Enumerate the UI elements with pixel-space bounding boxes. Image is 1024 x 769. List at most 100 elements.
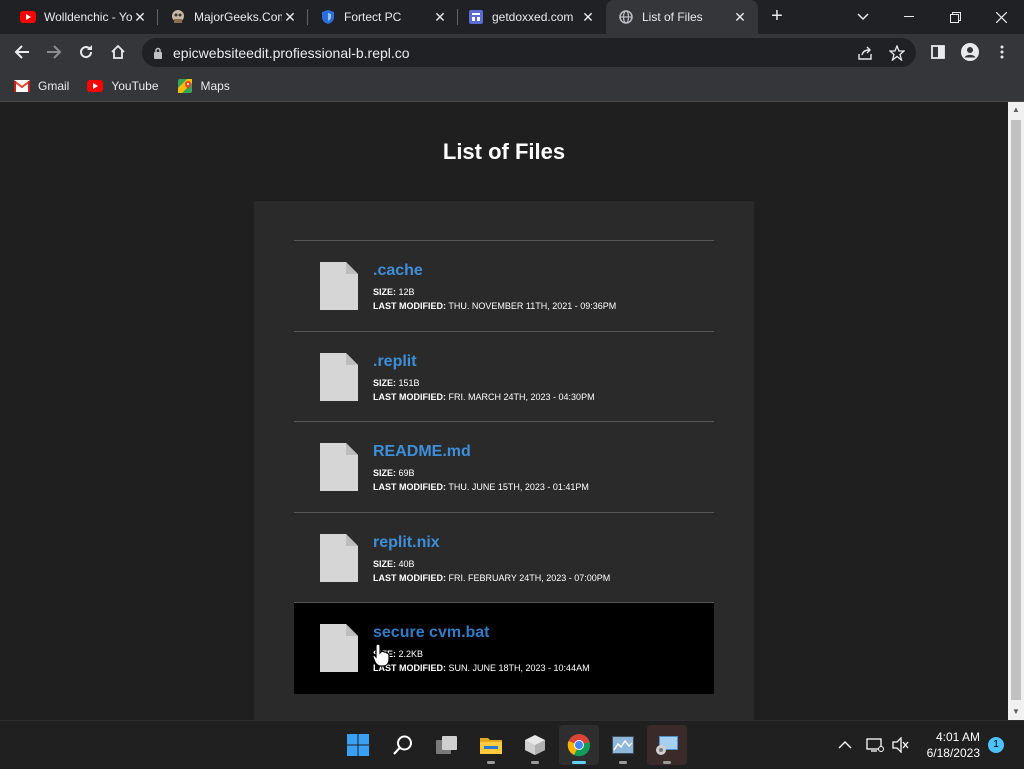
- scroll-thumb[interactable]: [1011, 120, 1021, 700]
- bookmark-label: Maps: [200, 79, 230, 93]
- profile-icon: [961, 43, 979, 61]
- vertical-scrollbar[interactable]: ▲ ▼: [1008, 102, 1024, 720]
- profile-button[interactable]: [956, 38, 984, 66]
- size-value: 40B: [398, 558, 415, 569]
- file-name-link[interactable]: replit.nix: [373, 534, 440, 552]
- tab-fortect[interactable]: Fortect PC ✕: [300, 0, 458, 34]
- modified-value: FRI. MARCH 24TH, 2023 - 04:30PM: [448, 391, 595, 402]
- control-panel-icon: [656, 736, 678, 755]
- tab-title: List of Files: [642, 10, 703, 24]
- chevron-down-icon: [857, 13, 869, 21]
- file-modified: LAST MODIFIED: THU. JUNE 15TH, 2023 - 01…: [373, 482, 589, 492]
- close-icon[interactable]: ✕: [580, 9, 596, 26]
- file-icon: [320, 533, 358, 582]
- side-panel-icon: [931, 45, 945, 59]
- modified-value: SUN. JUNE 18TH, 2023 - 10:44AM: [448, 663, 590, 673]
- image-app-button[interactable]: [603, 725, 643, 765]
- modified-value: THU. NOVEMBER 11TH, 2021 - 09:36PM: [448, 301, 617, 311]
- reload-icon: [80, 45, 93, 59]
- bookmark-gmail[interactable]: Gmail: [14, 78, 69, 94]
- file-row-secure-cvm-bat[interactable]: secure cvm.bat SIZE: 2.2KB LAST MODIFIED…: [294, 603, 714, 694]
- file-explorer-icon: [480, 738, 502, 754]
- file-list-panel: .cache SIZE: 12B LAST MODIFIED: THU. NOV…: [254, 201, 754, 720]
- system-clock[interactable]: 4:01 AM 6/18/2023: [918, 729, 980, 761]
- restore-button[interactable]: [932, 0, 978, 34]
- close-icon[interactable]: ✕: [432, 9, 448, 26]
- tab-title: Fortect PC: [344, 10, 402, 24]
- file-modified: LAST MODIFIED: SUN. JUNE 18TH, 2023 - 10…: [373, 663, 590, 673]
- browser-toolbar: epicwebsiteedit.profiessional-b.repl.co: [0, 34, 1024, 71]
- file-size: SIZE: 69B: [373, 468, 415, 478]
- home-icon: [111, 44, 125, 59]
- file-row-replit[interactable]: .replit SIZE: 151B LAST MODIFIED: FRI. M…: [294, 332, 714, 422]
- forward-button[interactable]: [40, 38, 68, 66]
- task-view-button[interactable]: [427, 725, 467, 765]
- gmail-icon: [14, 78, 30, 94]
- new-tab-button[interactable]: +: [765, 5, 789, 29]
- size-value: 12B: [398, 287, 415, 297]
- maps-icon: [177, 78, 193, 94]
- youtube-icon: [20, 9, 36, 25]
- lock-icon[interactable]: [153, 47, 163, 59]
- package-icon: [525, 735, 545, 755]
- file-name-link[interactable]: .replit: [373, 353, 417, 371]
- file-explorer-button[interactable]: [471, 725, 511, 765]
- show-hidden-icons-button[interactable]: [838, 721, 852, 769]
- search-icon: [393, 735, 412, 755]
- back-button[interactable]: [8, 38, 36, 66]
- file-size: SIZE: 40B: [373, 559, 415, 569]
- file-modified: LAST MODIFIED: FRI. MARCH 24TH, 2023 - 0…: [373, 392, 595, 402]
- file-modified: LAST MODIFIED: THU. NOVEMBER 11TH, 2021 …: [373, 301, 616, 311]
- control-panel-button[interactable]: [647, 725, 687, 765]
- size-label: SIZE:: [373, 468, 397, 478]
- home-button[interactable]: [104, 38, 132, 66]
- size-label: SIZE:: [373, 377, 397, 388]
- tab-getdoxxed[interactable]: getdoxxed.com ✕: [448, 0, 606, 34]
- close-icon[interactable]: ✕: [132, 9, 148, 26]
- url-text[interactable]: epicwebsiteedit.profiessional-b.repl.co: [173, 45, 852, 61]
- close-icon[interactable]: ✕: [282, 9, 298, 26]
- start-button[interactable]: [338, 725, 378, 765]
- tab-title: getdoxxed.com: [492, 10, 574, 24]
- file-icon: [320, 352, 358, 401]
- file-name-link[interactable]: README.md: [373, 443, 471, 461]
- bookmarks-bar: Gmail YouTube Maps: [0, 71, 1024, 102]
- reload-button[interactable]: [72, 38, 100, 66]
- scroll-down-arrow-icon[interactable]: ▼: [1008, 704, 1024, 720]
- file-size: SIZE: 151B: [373, 378, 420, 388]
- fortect-shield-icon: [320, 9, 336, 25]
- modified-value: FRI. FEBRUARY 24TH, 2023 - 07:00PM: [448, 572, 611, 583]
- close-window-button[interactable]: [978, 0, 1024, 34]
- file-list: .cache SIZE: 12B LAST MODIFIED: THU. NOV…: [294, 240, 714, 694]
- bookmark-youtube[interactable]: YouTube: [87, 78, 159, 94]
- taskbar-search-button[interactable]: [383, 725, 423, 765]
- modified-label: LAST MODIFIED:: [373, 572, 446, 583]
- file-name-link[interactable]: secure cvm.bat: [373, 624, 490, 642]
- menu-button[interactable]: [988, 38, 1016, 66]
- network-status[interactable]: [866, 721, 884, 769]
- bookmark-label: YouTube: [111, 79, 159, 93]
- file-row-cache[interactable]: .cache SIZE: 12B LAST MODIFIED: THU. NOV…: [294, 241, 714, 332]
- chrome-button[interactable]: [559, 725, 599, 765]
- chevron-up-icon: [838, 741, 852, 749]
- tab-wolldenchic[interactable]: Wolldenchic - Yo ✕: [0, 0, 158, 34]
- address-bar[interactable]: epicwebsiteedit.profiessional-b.repl.co: [142, 38, 916, 67]
- tab-majorgeeks[interactable]: MajorGeeks.Com ✕: [150, 0, 308, 34]
- package-app-button[interactable]: [515, 725, 555, 765]
- windows-start-icon: [347, 734, 369, 756]
- side-panel-button[interactable]: [924, 38, 952, 66]
- tab-search-button[interactable]: [840, 0, 886, 34]
- bookmark-maps[interactable]: Maps: [177, 78, 230, 94]
- file-row-replit-nix[interactable]: replit.nix SIZE: 40B LAST MODIFIED: FRI.…: [294, 513, 714, 603]
- scroll-up-arrow-icon[interactable]: ▲: [1008, 102, 1024, 118]
- share-icon[interactable]: [852, 45, 878, 61]
- notification-badge[interactable]: 1: [988, 737, 1004, 753]
- modified-label: LAST MODIFIED:: [373, 391, 446, 402]
- close-icon[interactable]: ✕: [732, 9, 748, 26]
- bookmark-star-icon[interactable]: [884, 44, 910, 61]
- tab-list-of-files[interactable]: List of Files ✕: [606, 0, 758, 34]
- file-name-link[interactable]: .cache: [373, 262, 423, 280]
- file-row-readme[interactable]: README.md SIZE: 69B LAST MODIFIED: THU. …: [294, 422, 714, 513]
- volume-status[interactable]: [892, 721, 910, 769]
- minimize-button[interactable]: [886, 0, 932, 34]
